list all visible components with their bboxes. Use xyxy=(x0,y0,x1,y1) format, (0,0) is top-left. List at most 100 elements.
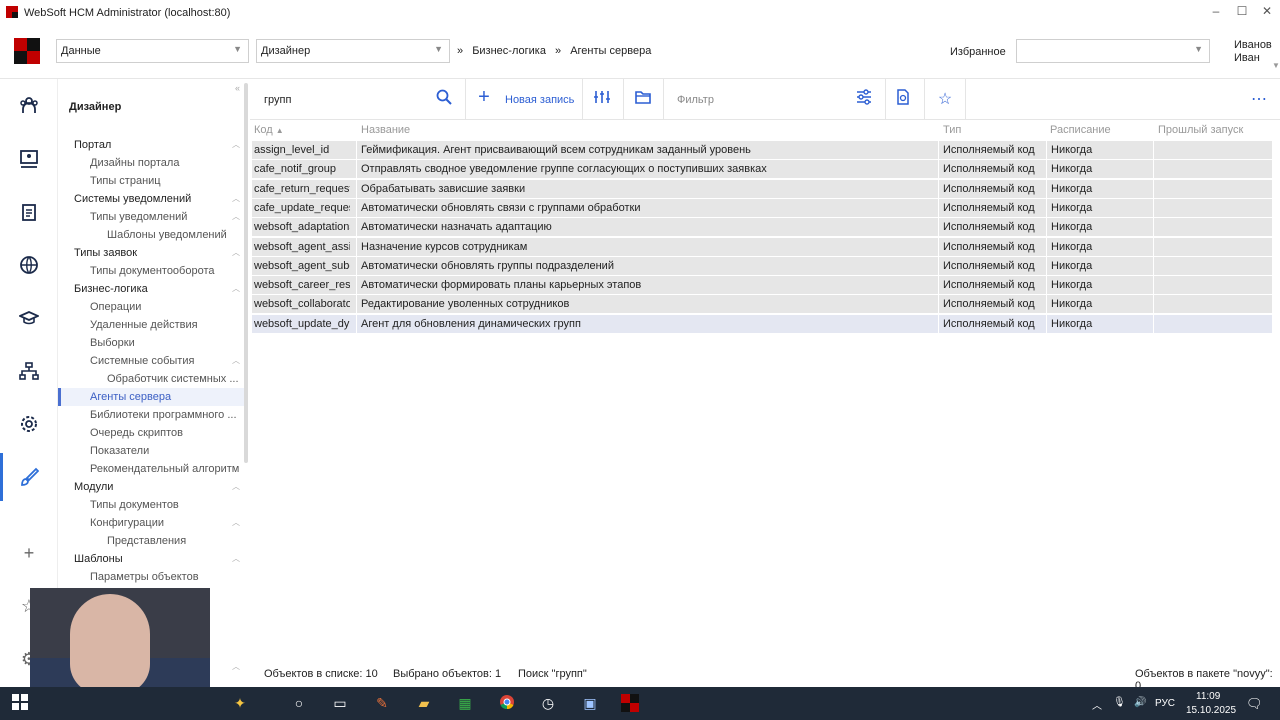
maximize-icon[interactable]: ☐ xyxy=(1232,4,1252,18)
table-row[interactable]: websoft_agent_assign_ Назначение курсов с… xyxy=(252,237,1272,256)
chevron-up-icon[interactable]: ︿ xyxy=(232,550,240,568)
table-row[interactable]: websoft_career_reserv Автоматически форми… xyxy=(252,276,1272,295)
chevron-up-icon[interactable]: ︿ xyxy=(232,280,240,298)
tree-scrollbar[interactable] xyxy=(244,83,248,463)
chevron-up-icon[interactable]: ︿ xyxy=(232,514,240,532)
clock-date[interactable]: 15.10.2025 xyxy=(1186,705,1236,716)
volume-icon[interactable]: 🔊 xyxy=(1134,697,1146,708)
column-header-name[interactable]: Название xyxy=(361,124,410,136)
tree-item[interactable]: Обработчик системных ... xyxy=(107,370,240,388)
table-row[interactable]: websoft_collaborator_ Редактирование увол… xyxy=(252,295,1272,314)
new-record-button[interactable]: Новая запись xyxy=(505,94,574,106)
star-icon[interactable]: ☆ xyxy=(935,89,955,109)
plus-icon[interactable]: + xyxy=(18,542,40,564)
terminal-icon[interactable]: ▣ xyxy=(580,694,600,712)
language-indicator[interactable]: РУС xyxy=(1155,698,1175,709)
clipboard-icon[interactable] xyxy=(18,202,40,224)
tree-item[interactable]: Системы уведомлений ︿ xyxy=(74,190,240,208)
table-row[interactable]: cafe_return_request Обрабатывать зависшие… xyxy=(252,179,1272,198)
search-icon[interactable] xyxy=(434,89,454,110)
tray-chevron-icon[interactable]: ︿ xyxy=(1092,697,1102,712)
document-search-icon[interactable] xyxy=(893,89,913,110)
microphone-icon[interactable]: 🎙 xyxy=(1113,697,1126,708)
clock-app-icon[interactable]: ◷ xyxy=(538,694,558,712)
tree-item[interactable]: Портал ︿ xyxy=(74,136,240,154)
tree-item[interactable]: Агенты сервера xyxy=(90,388,240,406)
column-header-code[interactable]: Код ▲ xyxy=(254,124,284,136)
filter-settings-icon[interactable] xyxy=(854,89,874,110)
spreadsheet-icon[interactable]: ▦ xyxy=(455,694,475,712)
gear-icon[interactable] xyxy=(18,414,40,436)
tree-item[interactable]: Типы страниц xyxy=(90,172,240,190)
table-row[interactable]: websoft_adaptations_c Автоматически назна… xyxy=(252,218,1272,237)
mode-select[interactable]: Дизайнер ▼ xyxy=(256,39,450,63)
tree-item[interactable]: Показатели xyxy=(90,442,240,460)
graduation-icon[interactable] xyxy=(17,308,41,330)
breadcrumb-item[interactable]: Агенты сервера xyxy=(570,45,651,57)
folder-icon[interactable] xyxy=(633,89,653,110)
board-icon[interactable] xyxy=(18,149,40,171)
chrome-icon[interactable] xyxy=(497,694,517,712)
filter-input[interactable]: Фильтр xyxy=(677,94,714,106)
clock-time[interactable]: 11:09 xyxy=(1196,691,1220,702)
column-header-schedule[interactable]: Расписание xyxy=(1050,124,1111,136)
tree-item[interactable]: Конфигурации ︿ xyxy=(90,514,240,532)
tree-item[interactable]: Бизнес-логика ︿ xyxy=(74,280,240,298)
chevron-up-icon[interactable]: ︿ xyxy=(232,208,240,226)
table-row[interactable]: assign_level_id Геймификация. Агент присв… xyxy=(252,141,1272,159)
tree-item[interactable]: Шаблоны ︿ xyxy=(74,550,240,568)
columns-icon[interactable] xyxy=(592,89,612,110)
tree-item[interactable]: Рекомендательный алгоритм xyxy=(90,460,240,478)
cell-schedule: Никогда xyxy=(1051,240,1093,253)
tree-item[interactable]: Модули ︿ xyxy=(74,478,240,496)
tree-item[interactable]: Шаблоны уведомлений xyxy=(107,226,240,244)
table-row[interactable]: websoft_update_dyna Агент для обновления … xyxy=(252,314,1272,333)
windows-start-icon[interactable] xyxy=(10,694,30,712)
search-circle-icon[interactable]: ○ xyxy=(289,694,309,712)
tree-item[interactable]: Операции xyxy=(90,298,240,316)
tree-item[interactable]: Очередь скриптов xyxy=(90,424,240,442)
column-header-last-run[interactable]: Прошлый запуск xyxy=(1158,124,1243,136)
chevron-up-icon[interactable]: ︿ xyxy=(232,244,240,262)
tree-item[interactable]: Параметры объектов xyxy=(90,568,240,586)
tree-item[interactable]: Системные события ︿ xyxy=(90,352,240,370)
tree-item[interactable]: Типы документов xyxy=(90,496,240,514)
notifications-icon[interactable]: 🗨 xyxy=(1246,696,1263,712)
websoft-icon[interactable] xyxy=(620,694,640,712)
more-icon[interactable]: ⋯ xyxy=(1249,89,1269,109)
chevron-up-icon[interactable]: ︿ xyxy=(232,136,240,154)
table-row[interactable]: websoft_agent_subdivi Автоматически обнов… xyxy=(252,256,1272,275)
tree-item[interactable]: Представления xyxy=(107,532,240,550)
folder-icon[interactable]: ▰ xyxy=(414,694,434,712)
tree-item[interactable]: Выборки xyxy=(90,334,240,352)
favorites-select[interactable]: ▼ xyxy=(1016,39,1210,63)
globe-icon[interactable] xyxy=(18,255,40,277)
copilot-icon[interactable]: ✦ xyxy=(230,694,250,712)
tree-item[interactable]: Типы документооборота xyxy=(90,262,240,280)
minimize-icon[interactable]: – xyxy=(1206,4,1226,18)
section-select[interactable]: Данные ▼ xyxy=(56,39,249,63)
breadcrumb-item[interactable]: Бизнес-логика xyxy=(472,45,546,57)
chevron-up-icon[interactable]: ︿ xyxy=(232,658,240,676)
tree-item[interactable]: Дизайны портала xyxy=(90,154,240,172)
search-input[interactable]: групп xyxy=(264,94,291,106)
app-icon[interactable]: ✎ xyxy=(372,694,392,712)
brush-icon[interactable] xyxy=(18,467,40,489)
add-icon[interactable]: + xyxy=(474,86,494,109)
column-header-type[interactable]: Тип xyxy=(943,124,961,136)
org-chart-icon[interactable] xyxy=(18,361,40,383)
tree-item[interactable]: Удаленные действия xyxy=(90,316,240,334)
chevron-up-icon[interactable]: ︿ xyxy=(232,478,240,496)
chevron-up-icon[interactable]: ︿ xyxy=(232,190,240,208)
close-icon[interactable]: ✕ xyxy=(1257,4,1277,18)
tree-item[interactable]: Типы уведомлений ︿ xyxy=(90,208,240,226)
people-icon[interactable] xyxy=(18,95,40,117)
table-row[interactable]: cafe_update_request Автоматически обновля… xyxy=(252,198,1272,217)
chevron-up-icon[interactable]: ︿ xyxy=(232,352,240,370)
tree-item[interactable]: Библиотеки программного ... xyxy=(90,406,240,424)
user-menu[interactable]: Иванов Иван ▼ xyxy=(1234,39,1280,70)
table-row[interactable]: cafe_notif_group Отправлять сводное уведо… xyxy=(252,160,1272,179)
task-view-icon[interactable]: ▭ xyxy=(330,694,350,712)
collapse-panel-icon[interactable]: « xyxy=(235,83,240,93)
tree-item[interactable]: Типы заявок ︿ xyxy=(74,244,240,262)
